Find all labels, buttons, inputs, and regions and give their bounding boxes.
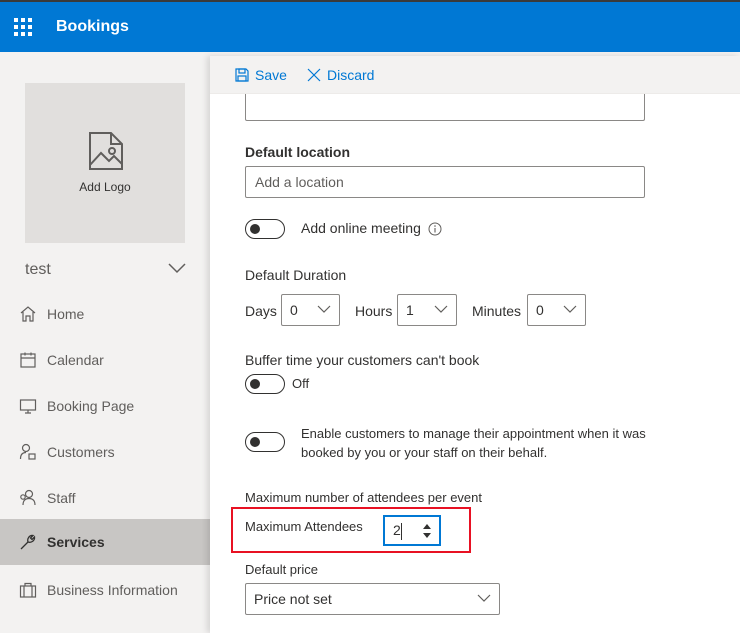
description-field[interactable] bbox=[245, 94, 645, 121]
hours-value: 1 bbox=[406, 302, 414, 318]
home-icon bbox=[19, 305, 37, 323]
sidebar-item-label: Business Information bbox=[47, 582, 178, 598]
image-icon bbox=[89, 132, 123, 170]
location-placeholder: Add a location bbox=[255, 174, 344, 190]
save-icon bbox=[235, 68, 249, 82]
info-icon[interactable] bbox=[428, 222, 442, 236]
hours-dropdown[interactable]: 1 bbox=[397, 294, 457, 326]
command-bar: Save Discard bbox=[210, 56, 740, 94]
app-launcher-icon[interactable] bbox=[14, 18, 32, 36]
sidebar-item-home[interactable]: Home bbox=[0, 291, 210, 337]
briefcase-icon bbox=[19, 581, 37, 599]
sidebar-item-label: Services bbox=[47, 534, 105, 550]
days-label: Days bbox=[245, 303, 277, 319]
sidebar-item-label: Calendar bbox=[47, 352, 104, 368]
discard-button[interactable]: Discard bbox=[307, 67, 374, 83]
online-meeting-label: Add online meeting bbox=[301, 220, 421, 236]
sidebar-item-customers[interactable]: Customers bbox=[0, 429, 210, 475]
max-attendees-label: Maximum Attendees bbox=[245, 519, 363, 534]
customer-manage-toggle[interactable] bbox=[245, 432, 285, 452]
sidebar-item-calendar[interactable]: Calendar bbox=[0, 337, 210, 383]
app-title[interactable]: Bookings bbox=[56, 18, 129, 36]
sidebar-item-staff[interactable]: Staff bbox=[0, 475, 210, 521]
chevron-down-icon bbox=[434, 305, 448, 313]
buffer-time-state: Off bbox=[292, 376, 310, 391]
add-logo-button[interactable]: Add Logo bbox=[25, 83, 185, 243]
online-meeting-toggle[interactable] bbox=[245, 219, 285, 239]
sidebar-item-services[interactable]: Services bbox=[0, 519, 210, 565]
sidebar-item-label: Home bbox=[47, 306, 85, 322]
default-location-label: Default location bbox=[245, 144, 351, 160]
text-caret bbox=[401, 523, 402, 540]
buffer-time-toggle[interactable] bbox=[245, 374, 285, 394]
sidebar-item-label: Booking Page bbox=[47, 398, 135, 414]
customers-icon bbox=[19, 443, 37, 461]
sidebar-item-booking-page[interactable]: Booking Page bbox=[0, 383, 210, 429]
add-logo-label: Add Logo bbox=[79, 180, 131, 194]
location-input[interactable]: Add a location bbox=[245, 166, 645, 198]
max-attendees-stepper[interactable]: 2 bbox=[383, 515, 441, 546]
service-edit-panel: Save Discard Default location Add a loca… bbox=[210, 56, 740, 633]
top-bar: Bookings bbox=[0, 0, 740, 52]
wrench-icon bbox=[19, 533, 37, 551]
business-name[interactable]: test bbox=[25, 261, 51, 279]
staff-icon bbox=[19, 489, 37, 507]
buffer-time-label: Buffer time your customers can't book bbox=[245, 352, 480, 368]
hours-label: Hours bbox=[355, 303, 393, 319]
chevron-down-icon[interactable] bbox=[168, 262, 186, 274]
sidebar-item-label: Customers bbox=[47, 444, 115, 460]
minutes-value: 0 bbox=[536, 302, 544, 318]
days-dropdown[interactable]: 0 bbox=[281, 294, 340, 326]
max-attendees-section-label: Maximum number of attendees per event bbox=[245, 490, 483, 505]
default-price-value: Price not set bbox=[254, 591, 332, 607]
customer-manage-label: Enable customers to manage their appoint… bbox=[301, 426, 646, 460]
sidebar-item-business-information[interactable]: Business Information bbox=[0, 567, 210, 613]
chevron-down-icon bbox=[563, 305, 577, 313]
chevron-down-icon bbox=[317, 305, 331, 313]
close-icon bbox=[307, 68, 321, 82]
save-label: Save bbox=[255, 67, 287, 83]
minutes-label: Minutes bbox=[472, 303, 522, 319]
spin-arrows-icon[interactable] bbox=[422, 522, 432, 540]
minutes-dropdown[interactable]: 0 bbox=[527, 294, 586, 326]
sidebar-item-label: Staff bbox=[47, 490, 76, 506]
discard-label: Discard bbox=[327, 67, 375, 83]
default-price-dropdown[interactable]: Price not set bbox=[245, 583, 500, 615]
default-price-label: Default price bbox=[245, 562, 318, 577]
days-value: 0 bbox=[290, 302, 298, 318]
save-button[interactable]: Save bbox=[235, 67, 287, 83]
default-duration-label: Default Duration bbox=[245, 267, 347, 283]
sidebar: Add Logo test Home Calendar Booking Page… bbox=[0, 52, 210, 633]
max-attendees-value: 2 bbox=[393, 522, 401, 538]
chevron-down-icon bbox=[477, 594, 491, 602]
monitor-icon bbox=[19, 397, 37, 415]
calendar-icon bbox=[19, 351, 37, 369]
